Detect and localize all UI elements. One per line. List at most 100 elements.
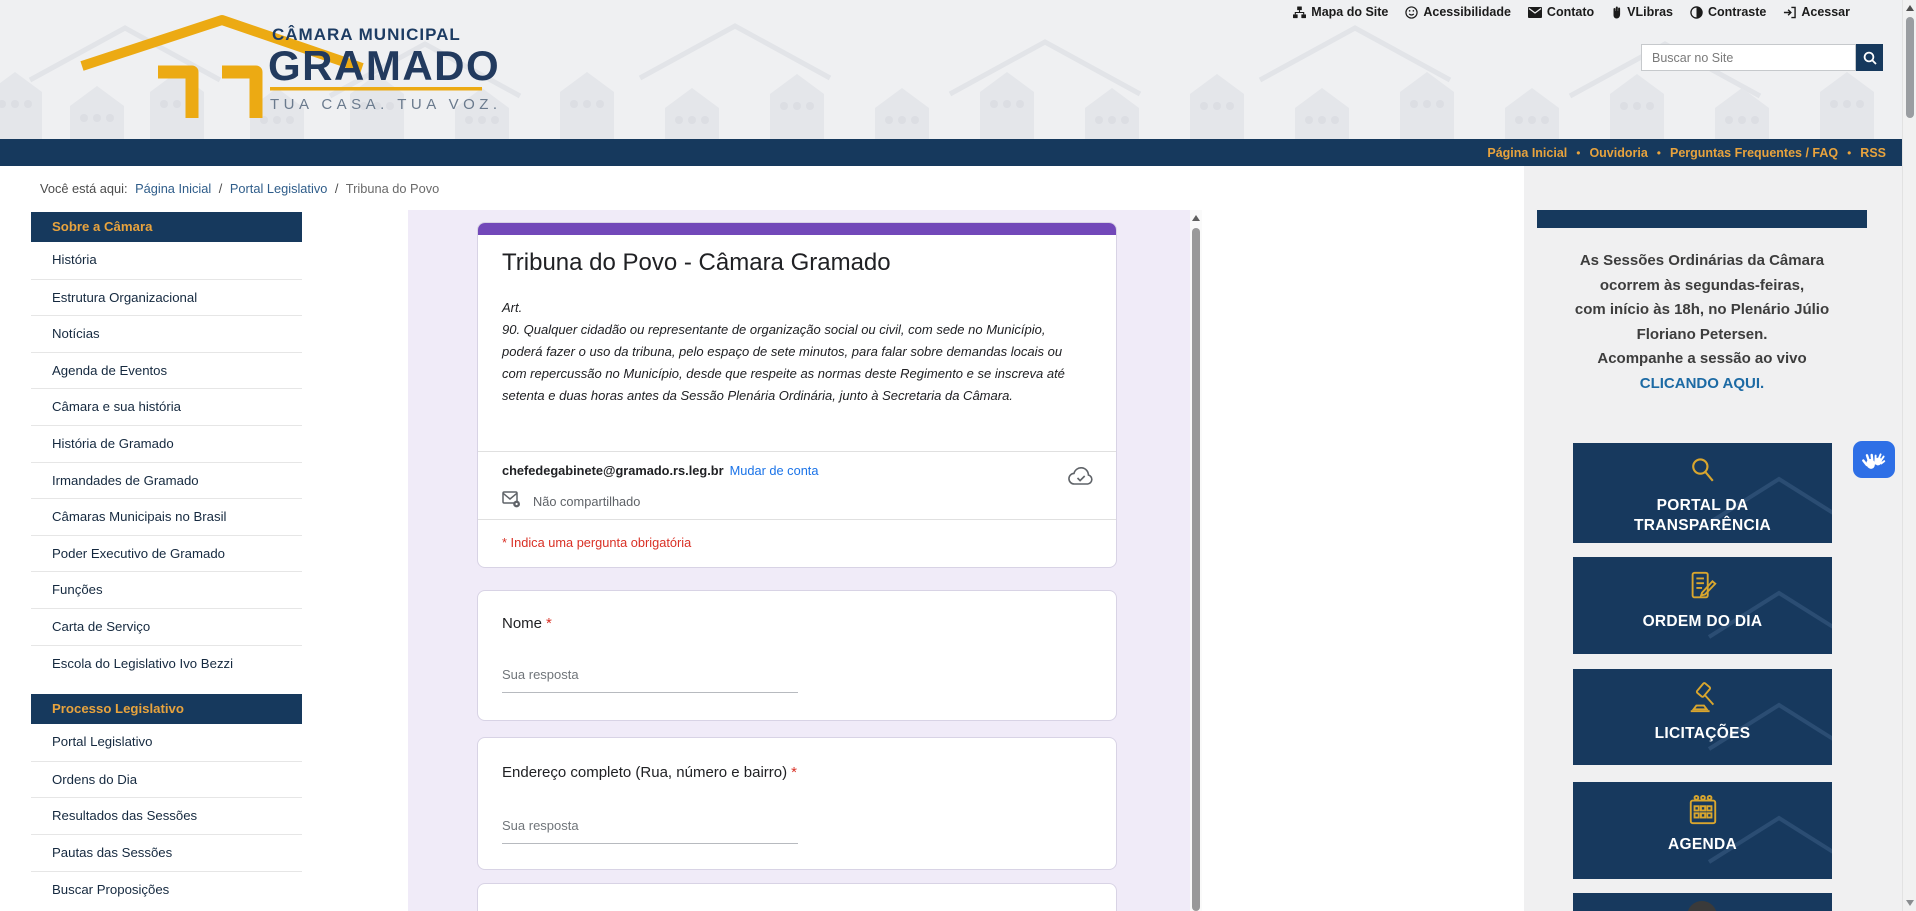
agenda-button[interactable]: AGENDA <box>1573 782 1832 879</box>
logo-underline <box>270 87 482 91</box>
calendar-icon <box>1686 794 1720 831</box>
sitemap-label: Mapa do Site <box>1311 5 1388 19</box>
sitemap-icon <box>1293 6 1306 19</box>
embedded-form: Tribuna do Povo - Câmara Gramado Art. 90… <box>408 210 1202 911</box>
accessibility-icon <box>1405 6 1418 19</box>
form-header-card: Tribuna do Povo - Câmara Gramado Art. 90… <box>477 222 1117 568</box>
sidebar-item-resultados-sessoes[interactable]: Resultados das Sessões <box>31 797 302 834</box>
nav-separator: • <box>1657 146 1661 160</box>
sidebar-item-portal-legislativo[interactable]: Portal Legislativo <box>31 724 302 761</box>
order-of-day-button[interactable]: ORDEM DO DIA <box>1573 557 1832 654</box>
form-title: Tribuna do Povo - Câmara Gramado <box>502 249 891 277</box>
scrollbar-up-arrow[interactable] <box>1192 215 1200 221</box>
logo-pillar-left <box>158 72 192 118</box>
breadcrumb-prefix: Você está aqui: <box>40 181 128 196</box>
left-sidebar: Sobre a Câmara História Estrutura Organi… <box>31 212 302 907</box>
form-description: Art. 90. Qualquer cidadão ou representan… <box>502 297 1074 407</box>
page-scroll-thumb[interactable] <box>1906 17 1914 118</box>
nav-rss[interactable]: RSS <box>1860 146 1886 160</box>
sidebar-list-processo: Portal Legislativo Ordens do Dia Resulta… <box>31 724 302 907</box>
page: Mapa do Site Acessibilidade Contato VLib… <box>0 0 1916 911</box>
divider <box>478 451 1116 452</box>
sidebar-item-funcoes[interactable]: Funções <box>31 571 302 608</box>
sidebar-item-poder-executivo[interactable]: Poder Executivo de Gramado <box>31 535 302 572</box>
transparency-portal-button[interactable]: PORTAL DA TRANSPARÊNCIA <box>1573 443 1832 543</box>
account-email: chefedegabinete@gramado.rs.leg.br <box>502 463 724 478</box>
breadcrumb-current: Tribuna do Povo <box>346 181 439 196</box>
page-scroll-down-arrow[interactable] <box>1906 900 1914 906</box>
sessions-info-line: com início às 18h, no Plenário Júlio <box>1527 298 1877 323</box>
sessions-info-line: ocorrem às segundas-feiras, <box>1527 274 1877 299</box>
nav-faq[interactable]: Perguntas Frequentes / FAQ <box>1670 146 1838 160</box>
sessions-info-line: As Sessões Ordinárias da Câmara <box>1527 249 1877 274</box>
sidebar-item-irmandades[interactable]: Irmandades de Gramado <box>31 462 302 499</box>
login-link[interactable]: Acessar <box>1783 5 1850 19</box>
question-label-text: Nome <box>502 615 542 632</box>
vlibras-widget-button[interactable] <box>1853 441 1895 478</box>
next-side-button-partial[interactable] <box>1573 893 1832 911</box>
accessibility-link[interactable]: Acessibilidade <box>1405 5 1511 19</box>
button-label: PORTAL DA TRANSPARÊNCIA <box>1573 496 1832 536</box>
contact-label: Contato <box>1547 5 1594 19</box>
answer-input-endereco[interactable] <box>502 816 798 844</box>
vlibras-hand-icon <box>1611 6 1622 19</box>
nav-separator: • <box>1576 146 1580 160</box>
brand-large: GRAMADO <box>268 42 500 89</box>
contrast-link[interactable]: Contraste <box>1690 5 1766 19</box>
order-list-icon <box>1686 569 1720 608</box>
button-label: ORDEM DO DIA <box>1617 612 1789 632</box>
sessions-info-line: Acompanhe a sessão ao vivo <box>1527 347 1877 372</box>
button-label: AGENDA <box>1642 835 1763 855</box>
vlibras-hands-icon <box>1860 447 1888 473</box>
change-account-link[interactable]: Mudar de conta <box>730 463 819 478</box>
sidebar-item-pautas-sessoes[interactable]: Pautas das Sessões <box>31 834 302 871</box>
sidebar-item-agenda-eventos[interactable]: Agenda de Eventos <box>31 352 302 389</box>
account-row: chefedegabinete@gramado.rs.leg.br Mudar d… <box>502 463 819 478</box>
sidebar-item-escola-legislativo[interactable]: Escola do Legislativo Ivo Bezzi <box>31 645 302 682</box>
accessibility-label: Acessibilidade <box>1423 5 1511 19</box>
vlibras-link[interactable]: VLibras <box>1611 5 1673 19</box>
sidebar-item-carta-servico[interactable]: Carta de Serviço <box>31 608 302 645</box>
site-logo[interactable]: CÂMARA MUNICIPAL GRAMADO TUA CASA. TUA V… <box>70 8 540 128</box>
nav-ouvidoria[interactable]: Ouvidoria <box>1589 146 1647 160</box>
form-description-intro: Art. <box>502 297 1074 319</box>
header: Mapa do Site Acessibilidade Contato VLib… <box>0 0 1916 139</box>
sidebar-item-noticias[interactable]: Notícias <box>31 315 302 352</box>
login-label: Acessar <box>1801 5 1850 19</box>
form-description-body: 90. Qualquer cidadão ou representante de… <box>502 319 1074 407</box>
breadcrumb-separator: / <box>219 181 223 196</box>
nav-pagina-inicial[interactable]: Página Inicial <box>1487 146 1567 160</box>
sidebar-item-ordens-dia[interactable]: Ordens do Dia <box>31 761 302 798</box>
sidebar-item-camaras-brasil[interactable]: Câmaras Municipais no Brasil <box>31 498 302 535</box>
sidebar-section-processo[interactable]: Processo Legislativo <box>31 694 302 724</box>
button-label: LICITAÇÕES <box>1629 724 1777 744</box>
breadcrumb-home-link[interactable]: Página Inicial <box>135 181 211 196</box>
breadcrumb: Você está aqui: Página Inicial / Portal … <box>40 181 443 196</box>
sidebar-item-historia-gramado[interactable]: História de Gramado <box>31 425 302 462</box>
answer-input-nome[interactable] <box>502 665 798 693</box>
tenders-button[interactable]: LICITAÇÕES <box>1573 669 1832 765</box>
logo-pillar-right <box>222 72 256 118</box>
not-shared-icon <box>502 491 521 511</box>
breadcrumb-portal-link[interactable]: Portal Legislativo <box>230 181 327 196</box>
form-scrollbar <box>1190 210 1202 911</box>
sidebar-item-estrutura[interactable]: Estrutura Organizacional <box>31 279 302 316</box>
sidebar-item-camara-historia[interactable]: Câmara e sua história <box>31 388 302 425</box>
required-asterisk: * <box>791 764 797 781</box>
sidebar-list-sobre: História Estrutura Organizacional Notíci… <box>31 242 302 681</box>
sitemap-link[interactable]: Mapa do Site <box>1293 5 1388 19</box>
search-button[interactable] <box>1856 44 1883 71</box>
search-input[interactable] <box>1641 44 1856 71</box>
scrollbar-thumb[interactable] <box>1192 228 1200 911</box>
sidebar-section-sobre[interactable]: Sobre a Câmara <box>31 212 302 242</box>
contact-link[interactable]: Contato <box>1528 5 1594 19</box>
sidebar-item-historia[interactable]: História <box>31 242 302 279</box>
watch-live-link[interactable]: CLICANDO AQUI. <box>1527 372 1877 397</box>
signin-icon <box>1783 6 1796 19</box>
main-navbar: Página Inicial • Ouvidoria • Perguntas F… <box>0 139 1916 166</box>
right-panel-header-bar <box>1537 210 1867 228</box>
utility-links: Mapa do Site Acessibilidade Contato VLib… <box>1293 5 1850 19</box>
page-scroll-up-arrow[interactable] <box>1906 5 1914 11</box>
site-search <box>1641 44 1883 71</box>
sidebar-item-buscar-proposicoes[interactable]: Buscar Proposições <box>31 871 302 908</box>
